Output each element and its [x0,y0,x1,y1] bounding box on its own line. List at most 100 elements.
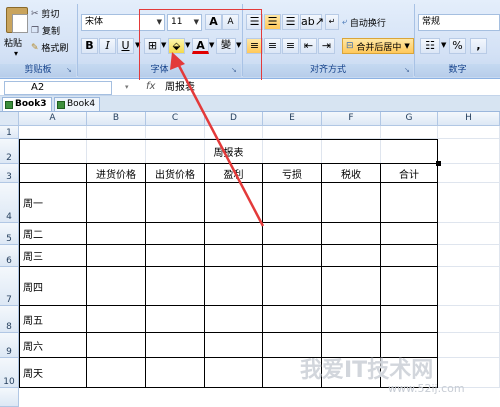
column-header-f[interactable]: F [322,112,381,126]
formula-input[interactable]: 周报表 [165,81,195,95]
data-cell[interactable] [87,245,146,267]
data-cell[interactable] [87,333,146,358]
grid-cell[interactable] [205,126,263,139]
data-cell[interactable] [205,245,263,267]
data-cell[interactable] [205,333,263,358]
header-cell[interactable]: 亏损 [263,164,322,183]
grid-cell[interactable] [87,126,146,139]
grid-cell[interactable] [438,267,500,306]
grid-cell[interactable] [438,223,500,245]
underline-button[interactable]: U [117,38,134,54]
name-box[interactable]: A2 [4,81,112,95]
grid-cell[interactable] [322,126,381,139]
format-painter-button[interactable]: ✎ 格式刷 [31,41,68,55]
data-cell[interactable] [322,223,381,245]
data-cell[interactable] [87,306,146,333]
orientation-button[interactable]: ab↗ [300,14,324,30]
alignment-launcher-icon[interactable]: ↘ [404,66,412,74]
data-cell[interactable] [322,183,381,223]
copy-button[interactable]: ❐ 复制 [31,24,60,38]
data-cell[interactable] [263,183,322,223]
align-middle-button[interactable]: ☰ [264,14,281,30]
align-right-button[interactable]: ≡ [282,38,299,54]
row-header-4[interactable]: 4 [0,183,19,223]
day-label-cell[interactable]: 周天 [19,358,87,388]
chevron-down-icon[interactable]: ▼ [441,41,446,49]
day-label-cell[interactable]: 周四 [19,267,87,306]
data-cell[interactable] [146,333,205,358]
row-header-1[interactable]: 1 [0,126,19,139]
clipboard-launcher-icon[interactable]: ↘ [66,66,74,74]
grid-cell[interactable] [19,126,87,139]
tab-book3[interactable]: Book3 * [2,97,52,122]
data-cell[interactable] [87,183,146,223]
name-box-dropdown-icon[interactable]: ▾ [125,83,129,91]
data-cell[interactable] [322,306,381,333]
data-cell[interactable] [87,267,146,306]
data-cell[interactable] [205,267,263,306]
data-cell[interactable] [263,306,322,333]
grid-cell[interactable] [438,183,500,223]
header-cell[interactable]: 盈利 [205,164,263,183]
row-header-next[interactable] [0,388,19,407]
comma-button[interactable]: , [470,38,487,54]
data-cell[interactable] [146,183,205,223]
accounting-button[interactable]: ☷ [420,38,440,54]
italic-button[interactable]: I [99,38,116,54]
grid-cell[interactable] [438,164,500,183]
column-header-b[interactable]: B [87,112,146,126]
data-cell[interactable] [322,245,381,267]
header-cell[interactable]: 税收 [322,164,381,183]
paste-icon[interactable] [6,7,28,33]
paste-button[interactable]: 粘贴 [4,36,22,49]
column-header-g[interactable]: G [381,112,438,126]
column-header-a[interactable]: A [19,112,87,126]
data-cell[interactable] [381,223,438,245]
grid-cell[interactable] [438,306,500,333]
align-center-button[interactable]: ≡ [264,38,281,54]
row-header-9[interactable]: 9 [0,333,19,358]
sheet-title-cell[interactable]: 周报表 [19,139,438,164]
header-cell[interactable]: 出货价格 [146,164,205,183]
column-header-c[interactable]: C [146,112,205,126]
data-cell[interactable] [381,267,438,306]
grid-cell[interactable] [438,126,500,139]
row-header-3[interactable]: 3 [0,164,19,183]
data-cell[interactable] [87,223,146,245]
number-format-combo[interactable]: 常规 [418,14,500,31]
grid-cell[interactable] [381,126,438,139]
data-cell[interactable] [205,183,263,223]
insert-function-icon[interactable]: fx [146,81,155,92]
column-header-d[interactable]: D [205,112,263,126]
percent-button[interactable]: % [449,38,466,54]
row-header-6[interactable]: 6 [0,245,19,267]
data-cell[interactable] [263,245,322,267]
row-header-5[interactable]: 5 [0,223,19,245]
data-cell[interactable] [87,358,146,388]
day-label-cell[interactable]: 周六 [19,333,87,358]
column-header-h[interactable]: H [438,112,500,126]
data-cell[interactable] [146,223,205,245]
day-label-cell[interactable]: 周五 [19,306,87,333]
row-header-8[interactable]: 8 [0,306,19,333]
data-cell[interactable] [205,306,263,333]
wrap-text-button[interactable]: ⤶ 自动换行 [342,14,386,30]
tab-book4[interactable]: Book4 [54,97,100,111]
header-cell[interactable]: 进货价格 [87,164,146,183]
data-cell[interactable] [322,267,381,306]
grid-cell[interactable] [146,126,205,139]
data-cell[interactable] [146,267,205,306]
header-cell-blank[interactable] [19,164,87,183]
bold-button[interactable]: B [81,38,98,54]
increase-indent-button[interactable]: ⇥ [318,38,335,54]
data-cell[interactable] [263,223,322,245]
column-header-e[interactable]: E [263,112,322,126]
data-cell[interactable] [381,183,438,223]
indent-button[interactable]: ↵ [325,14,339,30]
data-cell[interactable] [381,306,438,333]
row-header-7[interactable]: 7 [0,267,19,306]
row-header-2[interactable]: 2 [0,139,19,164]
decrease-indent-button[interactable]: ⇤ [300,38,317,54]
grid-cell[interactable] [438,139,500,164]
day-label-cell[interactable]: 周三 [19,245,87,267]
